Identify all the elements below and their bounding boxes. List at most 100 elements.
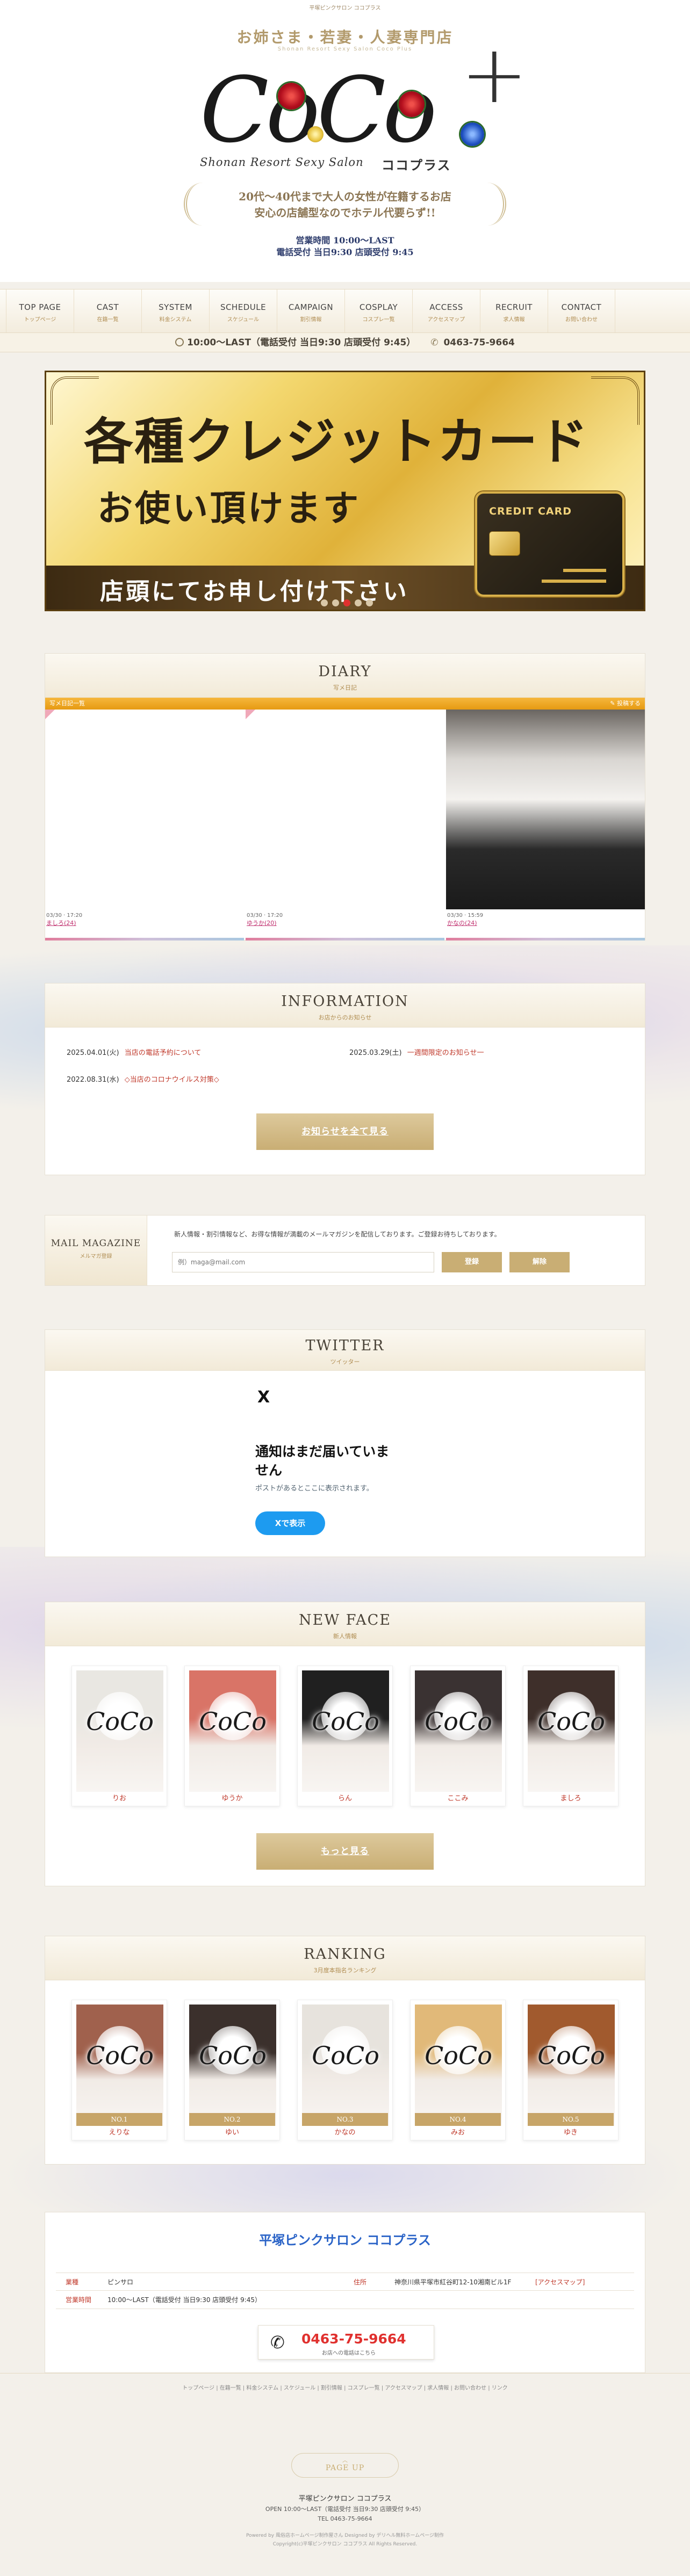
- ranking-card[interactable]: CoCo NO.3 かなの: [297, 2000, 393, 2140]
- nav-sublabel: スケジュール: [227, 317, 260, 323]
- footer-copyright: Copyright(c)平塚ピンクサロン ココプラス All Rights Re…: [272, 2542, 418, 2547]
- pager-dot[interactable]: [365, 599, 373, 606]
- newface-title: NEW FACE: [299, 1612, 391, 1629]
- all-news-button[interactable]: お知らせを全て見る: [256, 1113, 434, 1150]
- ranking-card[interactable]: CoCo NO.5 ゆき: [523, 2000, 619, 2140]
- newface-card[interactable]: CoCo らん: [297, 1666, 393, 1806]
- pager-dot[interactable]: [354, 599, 362, 606]
- shop-row: 業種 ピンサロ 住所 神奈川県平塚市紅谷町12-10湘南ビル1F [アクセスマッ…: [56, 2273, 634, 2291]
- cast-name: かなの: [334, 2129, 356, 2137]
- nav-item-campaign[interactable]: CAMPAIGN 割引情報: [277, 290, 344, 332]
- nav-item-system[interactable]: SYSTEM 料金システム: [141, 290, 209, 332]
- diary-header: DIARY 写メ日記: [45, 654, 645, 698]
- news-link[interactable]: 当店の電話予約について: [125, 1049, 202, 1057]
- ranking-card[interactable]: CoCo NO.4 みお: [410, 2000, 506, 2140]
- banner-headline: 各種クレジットカード: [84, 413, 590, 471]
- view-on-x-button[interactable]: Xで表示: [255, 1511, 325, 1535]
- news-link[interactable]: 一週間限定のお知らせ一: [407, 1049, 484, 1057]
- pager-dot[interactable]: [320, 599, 328, 606]
- diary-card[interactable]: 03/30 · 17:20 ゆうか(20): [246, 710, 444, 940]
- ranking-card[interactable]: CoCo NO.2 ゆい: [184, 2000, 280, 2140]
- mail-input[interactable]: [172, 1252, 434, 1272]
- pager-dot[interactable]: [343, 599, 350, 606]
- news-item[interactable]: 2025.03.29(土) 一週間限定のお知らせ一: [349, 1047, 484, 1057]
- genre-value: ピンサロ: [107, 2278, 134, 2286]
- site-logo[interactable]: CoCo + Shonan Resort Sexy Salon ココプラス: [189, 34, 528, 177]
- mail-cancel-button[interactable]: 解除: [509, 1252, 570, 1272]
- diary-photo: [446, 710, 645, 909]
- shop-phone-button[interactable]: ✆ 0463-75-9664 お店への電話はこちら: [258, 2325, 434, 2360]
- phone-icon: ✆: [270, 2332, 285, 2353]
- x-logo-icon: X: [257, 1388, 270, 1407]
- newface-card[interactable]: CoCo りお: [71, 1666, 167, 1806]
- cast-name: ゆき: [563, 2129, 578, 2137]
- info-hours: 10:00～LAST（電話受付 当日9:30 店頭受付 9:45）: [187, 337, 416, 348]
- header-tiny-text: 平塚ピンクサロン ココプラス: [309, 5, 381, 11]
- mail-subtitle: メルマガ登録: [80, 1254, 112, 1260]
- nav-item-cast[interactable]: CAST 在籍一覧: [74, 290, 141, 332]
- hours-line-1: 営業時間 10:00～LAST: [296, 235, 394, 245]
- rank-badge: NO.1: [76, 2113, 162, 2126]
- cast-photo: CoCo: [302, 2005, 389, 2126]
- diary-list-link[interactable]: 写メ日記一覧: [49, 700, 85, 707]
- news-item[interactable]: 2025.04.01(火) 当店の電話予約について: [67, 1047, 201, 1057]
- diary-cast-name[interactable]: ゆうか(20): [246, 918, 444, 927]
- mail-description: 新人情報・割引情報など、お得な情報が満載のメールマガジンを配信しております。ご登…: [174, 1231, 501, 1238]
- info-phone[interactable]: 0463-75-9664: [443, 337, 514, 348]
- nav-item-contact[interactable]: CONTACT お問い合わせ: [548, 290, 615, 332]
- diary-card[interactable]: 03/30 · 17:20 ましろ(24): [45, 710, 244, 940]
- banner-pager: [46, 599, 644, 609]
- nav-label: CAST: [96, 302, 119, 312]
- footer-links[interactable]: トップページ | 在籍一覧 | 料金システム | スケジュール | 割引情報 |…: [0, 2383, 690, 2391]
- diary-meta: 03/30 · 17:20: [46, 913, 83, 918]
- hours-label: 営業時間: [66, 2296, 92, 2304]
- nav-item-schedule[interactable]: SCHEDULE スケジュール: [209, 290, 277, 332]
- credit-card-banner[interactable]: 各種クレジットカード お使い頂けます 店頭にてお申し付け下さい CREDIT C…: [45, 371, 645, 611]
- info-bar: 10:00～LAST（電話受付 当日9:30 店頭受付 9:45） ✆ 0463…: [0, 333, 690, 352]
- watermark-logo: CoCo: [537, 1706, 605, 1736]
- rose-yellow-icon: [307, 126, 324, 142]
- banner-ornament-right: [591, 377, 639, 425]
- pager-dot[interactable]: [332, 599, 339, 606]
- news-link[interactable]: ◇当店のコロナウイルス対策◇: [125, 1076, 219, 1084]
- mail-register-button[interactable]: 登録: [442, 1252, 502, 1272]
- news-item[interactable]: 2022.08.31(水) ◇当店のコロナウイルス対策◇: [67, 1074, 219, 1084]
- nav-item-cosplay[interactable]: COSPLAY コスプレ一覧: [344, 290, 412, 332]
- cast-photo: CoCo: [189, 1670, 276, 1792]
- watermark-logo: CoCo: [537, 2040, 605, 2070]
- shop-row: 営業時間 10:00～LAST（電話受付 当日9:30 店頭受付 9:45）: [56, 2291, 634, 2309]
- watermark-logo: CoCo: [199, 1706, 267, 1736]
- diary-card[interactable]: 03/30 · 15:59 かなの(24): [446, 710, 645, 940]
- global-nav: TOP PAGE トップページ CAST 在籍一覧 SYSTEM 料金システム SCHEDU…: [0, 289, 690, 333]
- cast-name: ここみ: [447, 1794, 469, 1803]
- cast-name: らん: [337, 1794, 352, 1803]
- newface-card[interactable]: CoCo ましろ: [523, 1666, 619, 1806]
- phone-icon: ✆: [430, 337, 439, 348]
- nav-sublabel: 在籍一覧: [97, 317, 119, 323]
- ranking-card[interactable]: CoCo NO.1 えりな: [71, 2000, 167, 2140]
- hours-value: 10:00～LAST（電話受付 当日9:30 店頭受付 9:45）: [107, 2296, 262, 2304]
- newface-card[interactable]: CoCo ここみ: [410, 1666, 506, 1806]
- diary-meta: 03/30 · 17:20: [247, 913, 283, 918]
- card-chip-icon: [489, 531, 520, 556]
- logo-plus: +: [461, 28, 528, 121]
- banner-subline: お使い頂けます: [97, 487, 361, 529]
- newface-card[interactable]: CoCo ゆうか: [184, 1666, 280, 1806]
- more-newface-button[interactable]: もっと見る: [256, 1833, 434, 1870]
- diary-card-bar: [246, 938, 444, 940]
- tagline: お姉さま・若妻・人妻専門店: [236, 28, 454, 46]
- access-map-link[interactable]: [アクセスマップ]: [535, 2273, 585, 2291]
- diary-cast-name[interactable]: かなの(24): [446, 918, 645, 927]
- cast-name: ましろ: [560, 1794, 581, 1803]
- diary-post-link[interactable]: ✎ 投稿する: [610, 698, 641, 710]
- diary-cast-name[interactable]: ましろ(24): [45, 918, 244, 927]
- page-top-button[interactable]: ︿ PAGE UP: [291, 2453, 399, 2478]
- nav-item-recruit[interactable]: RECRUIT 求人情報: [480, 290, 548, 332]
- diary-ribbon: [45, 710, 55, 719]
- hours-line-2: 電話受付 当日9:30 店頭受付 9:45: [276, 247, 414, 257]
- footer-tel: TEL 0463-75-9664: [318, 2515, 372, 2522]
- nav-item-top-page[interactable]: TOP PAGE トップページ: [6, 290, 74, 332]
- news-date: 2025.04.01(火): [67, 1049, 119, 1057]
- ranking-subtitle: 3月度本指名ランキング: [313, 1967, 377, 1974]
- nav-item-access[interactable]: ACCESS アクセスマップ: [412, 290, 480, 332]
